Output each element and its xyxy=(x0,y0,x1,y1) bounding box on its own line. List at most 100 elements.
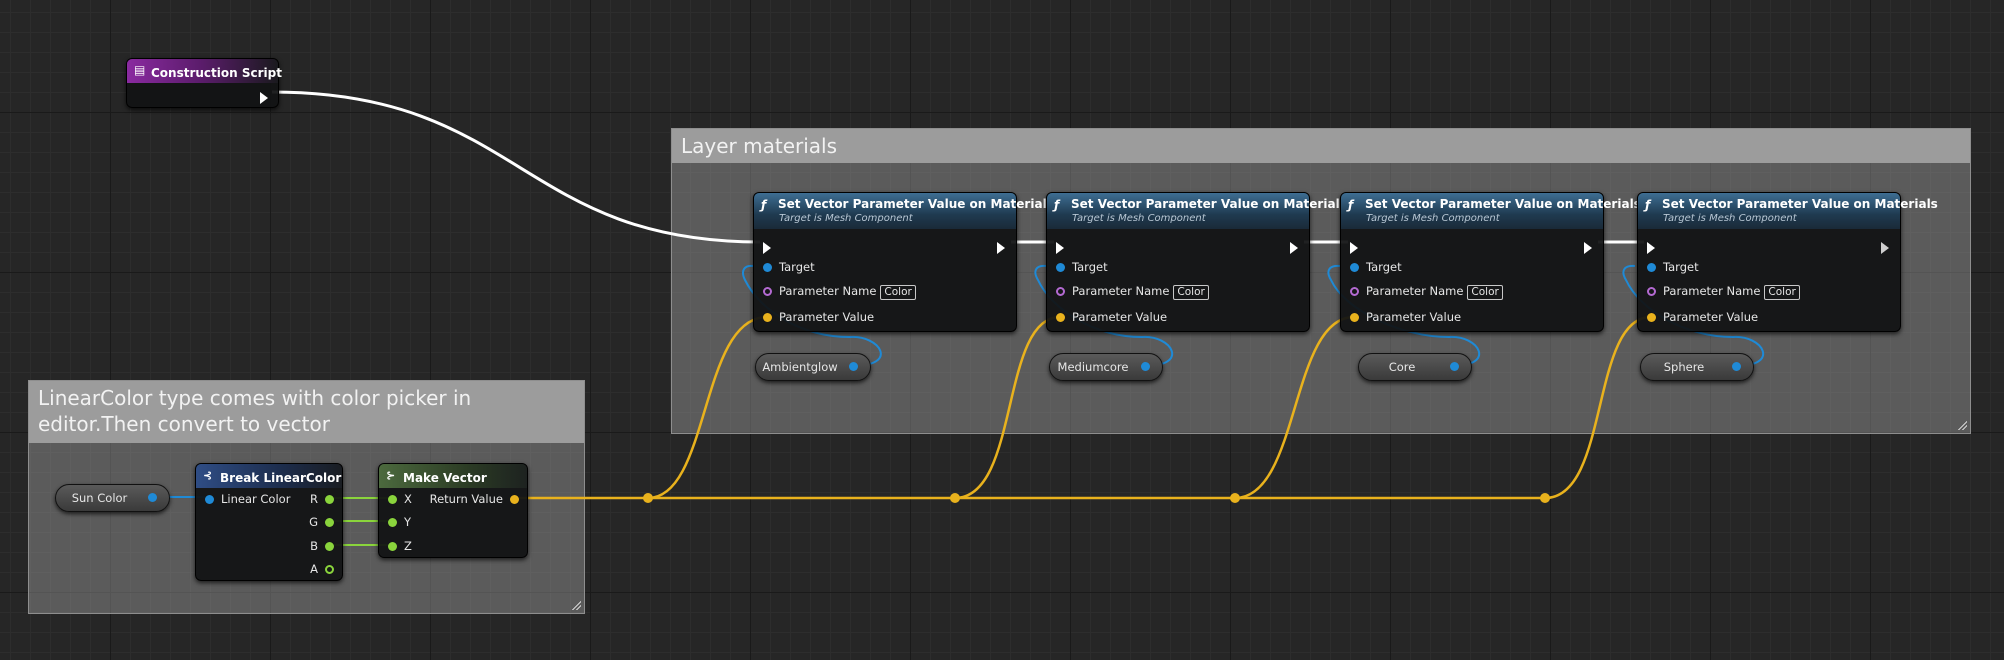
float-out-pin[interactable] xyxy=(325,542,334,551)
exec-out-pin[interactable] xyxy=(997,237,1007,254)
x-input-pin-row[interactable]: X xyxy=(388,492,412,506)
exec-out-pin[interactable] xyxy=(1881,237,1891,254)
variable-label: Core xyxy=(1388,360,1416,374)
parameter-name-input[interactable]: Color xyxy=(1173,285,1209,300)
sun-color-getter[interactable]: Sun Color xyxy=(55,484,170,512)
node-header[interactable]: ƒ Set Vector Parameter Value on Material… xyxy=(1047,193,1347,229)
set-vector-parameter-node[interactable]: ƒ Set Vector Parameter Value on Material… xyxy=(753,192,1054,332)
set-vector-parameter-node[interactable]: ƒ Set Vector Parameter Value on Material… xyxy=(1046,192,1347,332)
z-input-pin-row[interactable]: Z xyxy=(388,539,412,553)
parameter-name-pin-row[interactable]: Parameter Name Color xyxy=(1350,284,1503,300)
node-title: Make Vector xyxy=(403,471,487,485)
break-linearcolor-node[interactable]: ⊰ Break LinearColor Linear Color R G B A xyxy=(195,463,343,581)
a-output-pin-row[interactable]: A xyxy=(310,562,334,576)
node-header[interactable]: ƒ Set Vector Parameter Value on Material… xyxy=(754,193,1054,229)
event-icon: ▤ xyxy=(134,63,146,77)
make-struct-icon: ⊱ xyxy=(386,469,396,482)
name-in-pin[interactable] xyxy=(1647,287,1656,296)
target-pin-row[interactable]: Target xyxy=(1647,260,1699,274)
y-input-pin-row[interactable]: Y xyxy=(388,515,411,529)
exec-in-pin[interactable] xyxy=(1647,237,1657,254)
object-in-pin[interactable] xyxy=(1350,263,1359,272)
parameter-value-pin-row[interactable]: Parameter Value xyxy=(763,310,874,324)
mesh-component-getter[interactable]: Core xyxy=(1358,353,1472,381)
vector-in-pin[interactable] xyxy=(1056,313,1065,322)
node-header[interactable]: ƒ Set Vector Parameter Value on Material… xyxy=(1341,193,1641,229)
pin-label: Z xyxy=(404,539,412,553)
parameter-name-input[interactable]: Color xyxy=(1764,285,1800,300)
parameter-name-pin-row[interactable]: Parameter Name Color xyxy=(1056,284,1209,300)
vector-out-pin[interactable] xyxy=(510,495,519,504)
exec-in-pin[interactable] xyxy=(763,237,773,254)
mesh-component-getter[interactable]: Mediumcore xyxy=(1049,353,1163,381)
comment-title[interactable]: Layer materials xyxy=(672,129,1970,163)
exec-arrow-icon xyxy=(763,241,771,254)
exec-arrow-icon xyxy=(1881,241,1889,254)
object-in-pin[interactable] xyxy=(763,263,772,272)
reroute-node[interactable] xyxy=(643,493,653,503)
set-vector-parameter-node[interactable]: ƒ Set Vector Parameter Value on Material… xyxy=(1340,192,1641,332)
b-output-pin-row[interactable]: B xyxy=(310,539,334,553)
set-vector-parameter-node[interactable]: ƒ Set Vector Parameter Value on Material… xyxy=(1637,192,1938,332)
exec-out-pin[interactable] xyxy=(1584,237,1594,254)
parameter-value-pin-row[interactable]: Parameter Value xyxy=(1056,310,1167,324)
object-out-pin[interactable] xyxy=(1450,362,1459,371)
comment-resize-handle[interactable] xyxy=(1957,420,1967,430)
parameter-value-pin-row[interactable]: Parameter Value xyxy=(1647,310,1758,324)
mesh-component-getter[interactable]: Sphere xyxy=(1640,353,1754,381)
exec-in-pin[interactable] xyxy=(1056,237,1066,254)
object-out-pin[interactable] xyxy=(1732,362,1741,371)
object-out-pin[interactable] xyxy=(849,362,858,371)
linear-color-input-pin-row[interactable]: Linear Color xyxy=(205,492,290,506)
mesh-component-getter[interactable]: Ambientglow xyxy=(755,353,871,381)
float-in-pin[interactable] xyxy=(388,542,397,551)
make-vector-node[interactable]: ⊱ Make Vector X Y Z Return Value xyxy=(378,463,528,558)
node-subtitle: Target is Mesh Component xyxy=(1072,213,1206,224)
exec-in-pin[interactable] xyxy=(1350,237,1360,254)
node-header[interactable]: ▤ Construction Script xyxy=(127,59,282,83)
float-out-pin[interactable] xyxy=(325,495,334,504)
reroute-node[interactable] xyxy=(1230,493,1240,503)
exec-out-pin[interactable] xyxy=(260,87,270,104)
parameter-name-pin-row[interactable]: Parameter Name Color xyxy=(1647,284,1800,300)
target-pin-row[interactable]: Target xyxy=(1350,260,1402,274)
function-f-icon: ƒ xyxy=(1054,198,1060,212)
node-title: Set Vector Parameter Value on Materials xyxy=(778,197,1054,211)
return-value-pin-row[interactable]: Return Value xyxy=(430,492,519,506)
node-header[interactable]: ⊰ Break LinearColor xyxy=(196,464,342,488)
float-in-pin[interactable] xyxy=(388,495,397,504)
target-pin-row[interactable]: Target xyxy=(763,260,815,274)
node-header[interactable]: ⊱ Make Vector xyxy=(379,464,527,488)
vector-in-pin[interactable] xyxy=(763,313,772,322)
float-in-pin[interactable] xyxy=(388,518,397,527)
parameter-name-pin-row[interactable]: Parameter Name Color xyxy=(763,284,916,300)
object-in-pin[interactable] xyxy=(1647,263,1656,272)
comment-resize-handle[interactable] xyxy=(571,600,581,610)
node-header[interactable]: ƒ Set Vector Parameter Value on Material… xyxy=(1638,193,1938,229)
name-in-pin[interactable] xyxy=(763,287,772,296)
construction-script-node[interactable]: ▤ Construction Script xyxy=(126,58,282,108)
reroute-node[interactable] xyxy=(950,493,960,503)
float-out-pin[interactable] xyxy=(325,565,334,574)
blueprint-graph-canvas[interactable]: Layer materials LinearColor type comes w… xyxy=(0,0,2004,660)
variable-label: Sun Color xyxy=(71,491,128,505)
g-output-pin-row[interactable]: G xyxy=(309,515,334,529)
name-in-pin[interactable] xyxy=(1350,287,1359,296)
object-out-pin[interactable] xyxy=(148,493,157,502)
object-out-pin[interactable] xyxy=(1141,362,1150,371)
vector-in-pin[interactable] xyxy=(1647,313,1656,322)
vector-in-pin[interactable] xyxy=(1350,313,1359,322)
float-out-pin[interactable] xyxy=(325,518,334,527)
name-in-pin[interactable] xyxy=(1056,287,1065,296)
parameter-name-input[interactable]: Color xyxy=(1467,285,1503,300)
reroute-node[interactable] xyxy=(1540,493,1550,503)
target-pin-row[interactable]: Target xyxy=(1056,260,1108,274)
object-in-pin[interactable] xyxy=(1056,263,1065,272)
pin-label: A xyxy=(310,562,318,576)
struct-in-pin[interactable] xyxy=(205,495,214,504)
comment-title[interactable]: LinearColor type comes with color picker… xyxy=(29,381,584,443)
parameter-value-pin-row[interactable]: Parameter Value xyxy=(1350,310,1461,324)
parameter-name-input[interactable]: Color xyxy=(880,285,916,300)
r-output-pin-row[interactable]: R xyxy=(310,492,334,506)
exec-out-pin[interactable] xyxy=(1290,237,1300,254)
